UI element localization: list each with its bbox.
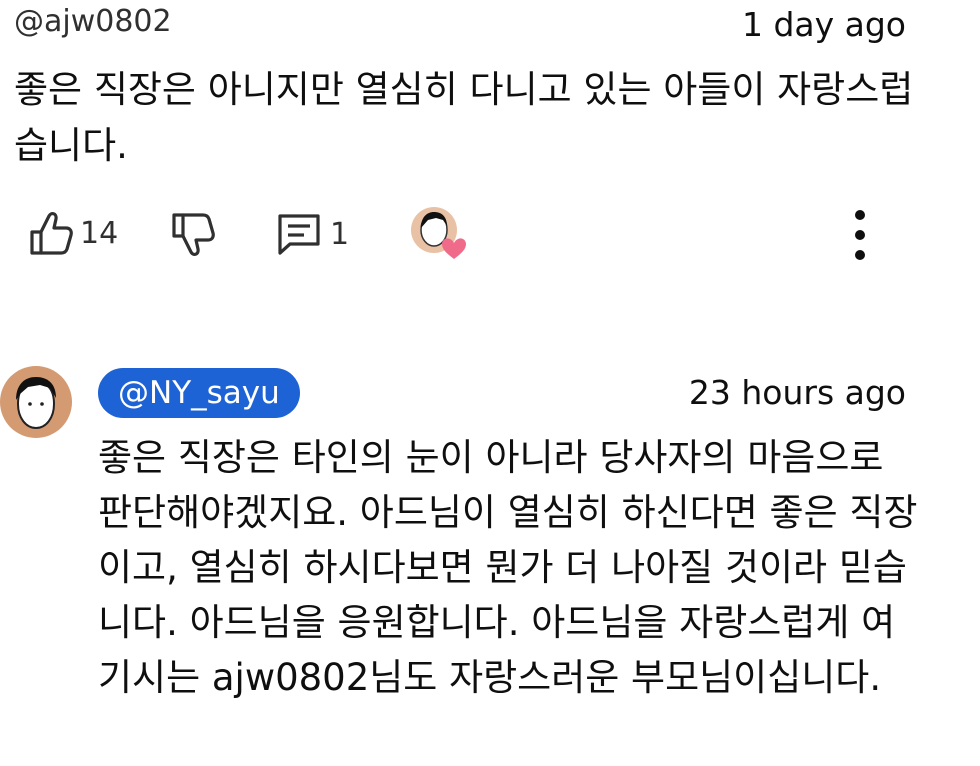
thumbs-up-icon — [28, 208, 74, 258]
reply-timestamp[interactable]: 23 hours ago — [689, 373, 906, 412]
more-vertical-icon[interactable] — [848, 208, 872, 262]
reply-count: 1 — [330, 216, 350, 252]
comment-icon — [276, 210, 324, 258]
comment-actions: 14 1 — [0, 200, 980, 270]
reply-button[interactable]: 1 — [276, 210, 349, 258]
dislike-button[interactable] — [170, 210, 216, 260]
reply-author-chip[interactable]: @NY_sayu — [98, 368, 300, 418]
creator-heart-icon[interactable] — [410, 206, 472, 268]
thumbs-down-icon — [170, 210, 216, 260]
like-button[interactable]: 14 — [28, 208, 118, 258]
reply-text: 좋은 직장은 타인의 눈이 아니라 당사자의 마음으로 판단해야겠지요. 아드님… — [98, 436, 918, 699]
comment-timestamp[interactable]: 1 day ago — [742, 5, 906, 44]
comment-text: 좋은 직장은 아니지만 열심히 다니고 있는 아들이 자랑스럽습니다. — [14, 68, 914, 167]
avatar[interactable] — [0, 366, 72, 438]
comment-author[interactable]: @ajw0802 — [14, 4, 172, 39]
like-count: 14 — [80, 215, 119, 251]
